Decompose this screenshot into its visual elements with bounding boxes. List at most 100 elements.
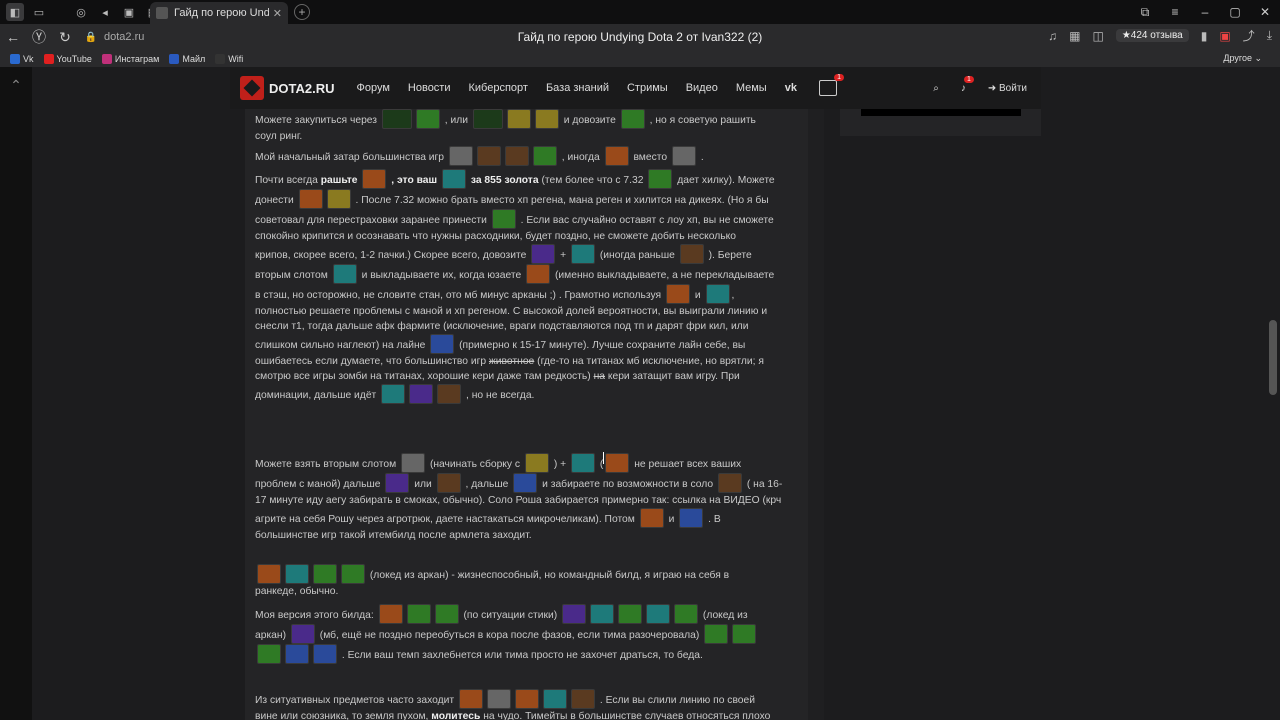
reader-icon[interactable]: ▦	[1069, 29, 1080, 43]
item-aether-lens-icon[interactable]	[513, 473, 538, 493]
item-axe-icon[interactable]	[298, 189, 323, 209]
item-healing-salve-icon[interactable]	[415, 109, 440, 129]
myb-pipe-icon[interactable]	[618, 604, 643, 624]
minimize-icon[interactable]: –	[1190, 0, 1220, 24]
item-soul-ring-3-icon[interactable]	[666, 284, 690, 304]
download-icon[interactable]: ⤓	[1267, 28, 1272, 43]
item-arcane-boots-icon[interactable]	[531, 244, 556, 264]
new-folder-icon[interactable]: ▭	[30, 3, 48, 21]
bell-icon[interactable]: ♪ 1	[961, 75, 974, 94]
menu-video[interactable]: Видео	[686, 82, 718, 94]
myb-phase-icon[interactable]	[290, 624, 315, 644]
myb-salve-icon[interactable]	[406, 604, 431, 624]
site-logo[interactable]: DOTA2.RU	[240, 76, 334, 100]
back-icon[interactable]: ←	[0, 29, 26, 45]
mute-icon[interactable]: ◂	[96, 3, 114, 21]
login-button[interactable]: ➜ Войти	[988, 83, 1027, 94]
item-ward-icon[interactable]	[648, 169, 673, 189]
item-salve-4-icon[interactable]	[491, 209, 516, 229]
bookmark-instagram[interactable]: Инстаграм	[101, 53, 159, 64]
build-vanguard-icon[interactable]	[341, 564, 365, 584]
sit-item-4-icon[interactable]	[542, 689, 567, 709]
item-bottle-icon[interactable]	[441, 169, 466, 189]
myb-shard-icon[interactable]	[285, 644, 309, 664]
item-urn-icon[interactable]	[401, 453, 426, 473]
sidebar-toggle-icon[interactable]: ◧	[6, 3, 24, 21]
item-travel-boots-icon[interactable]	[430, 334, 455, 354]
menu-memes[interactable]: Мемы	[736, 82, 767, 94]
item-bottle-3-icon[interactable]	[705, 284, 730, 304]
item-spirit-vessel-icon[interactable]	[571, 453, 596, 473]
item-soul-ring-2-icon[interactable]	[526, 264, 551, 284]
headphones-icon[interactable]: ♫	[1048, 29, 1057, 43]
item-ring-icon[interactable]	[448, 146, 473, 166]
item-quelling-blade-icon[interactable]	[604, 146, 629, 166]
menu-news[interactable]: Новости	[408, 82, 451, 94]
tab-icon-2[interactable]: ▣	[120, 3, 138, 21]
bookmark-mail[interactable]: Майл	[169, 53, 205, 64]
item-magic-wand-icon[interactable]	[570, 244, 595, 264]
myb-apple-icon[interactable]	[732, 624, 757, 644]
item-ring-2-icon[interactable]	[671, 146, 696, 166]
item-gauntlets-icon[interactable]	[476, 146, 501, 166]
myb-wand-icon[interactable]	[590, 604, 615, 624]
close-window-icon[interactable]: ✕	[1250, 0, 1280, 24]
myb-shard-2-icon[interactable]	[313, 644, 337, 664]
myb-greaves-icon[interactable]	[704, 624, 729, 644]
reload-icon[interactable]: ↻	[52, 29, 78, 46]
share-icon[interactable]: ⤴	[1243, 27, 1255, 44]
extension-icon[interactable]: ◫	[1092, 29, 1103, 43]
myb-soul-ring-icon[interactable]	[378, 604, 403, 624]
collapse-up-icon[interactable]: ⌃	[0, 77, 32, 94]
bookmark-vk[interactable]: Vk	[10, 53, 34, 64]
item-refresher-icon[interactable]	[679, 508, 704, 528]
item-aghanim-icon[interactable]	[409, 384, 434, 404]
item-tango-icon[interactable]	[381, 109, 412, 129]
vk-link-icon[interactable]: vk	[785, 82, 797, 94]
item-armlet-icon[interactable]	[437, 384, 462, 404]
reviews-badge[interactable]: ★424 отзыва	[1115, 29, 1189, 42]
build-soul-ring-icon[interactable]	[257, 564, 281, 584]
bookmark-icon[interactable]: ▮	[1201, 29, 1208, 43]
translate-icon[interactable]: ▣	[1219, 29, 1230, 43]
bookmark-youtube[interactable]: YouTube	[43, 53, 92, 64]
url-field[interactable]: dota2.ru	[104, 31, 144, 43]
search-icon[interactable]: ⌕	[933, 83, 939, 94]
item-soul-ring-icon[interactable]	[362, 169, 387, 189]
new-tab-button[interactable]: +	[294, 4, 310, 20]
menu-icon[interactable]: ≡	[1160, 0, 1190, 24]
menu-streams[interactable]: Стримы	[627, 82, 668, 94]
other-bookmarks[interactable]: Другое ⌄	[1223, 53, 1262, 64]
maximize-icon[interactable]: ▢	[1220, 0, 1250, 24]
sit-item-3-icon[interactable]	[514, 689, 539, 709]
page-scrollbar[interactable]	[1269, 320, 1277, 395]
item-aghanim-2-icon[interactable]	[385, 473, 410, 493]
gift-icon[interactable]: 1	[818, 74, 844, 96]
item-medallion-icon[interactable]	[524, 453, 549, 473]
myb-bottle-icon[interactable]	[646, 604, 671, 624]
myb-stick-icon[interactable]	[434, 604, 459, 624]
myb-apple-2-icon[interactable]	[257, 644, 281, 664]
item-faerie-fire-icon[interactable]	[506, 109, 531, 129]
yandex-icon[interactable]: Ⓨ	[26, 27, 52, 47]
item-salve-2-icon[interactable]	[620, 109, 645, 129]
item-branch-icon[interactable]	[472, 109, 503, 129]
item-boots-icon[interactable]	[679, 244, 704, 264]
sit-item-5-icon[interactable]	[570, 689, 595, 709]
item-heart-icon[interactable]	[639, 508, 664, 528]
menu-knowledge[interactable]: База знаний	[546, 82, 609, 94]
item-bottle-2-icon[interactable]	[332, 264, 357, 284]
tabs-icon[interactable]: ⧉	[1130, 0, 1160, 24]
menu-forum[interactable]: Форум	[356, 82, 389, 94]
item-armlet-2-icon[interactable]	[436, 473, 461, 493]
myb-arcane-icon[interactable]	[562, 604, 587, 624]
build-pipe-icon[interactable]	[313, 564, 337, 584]
tab-close-icon[interactable]: ✕	[273, 7, 282, 20]
item-gauntlets-2-icon[interactable]	[504, 146, 529, 166]
tab-icon-1[interactable]: ◎	[72, 3, 90, 21]
menu-esports[interactable]: Киберспорт	[469, 82, 528, 94]
bookmark-wifi[interactable]: Wifi	[215, 53, 243, 64]
sit-item-1-icon[interactable]	[458, 689, 483, 709]
sit-item-2-icon[interactable]	[486, 689, 511, 709]
active-tab[interactable]: Гайд по герою Undying Dota 2 от Ivan322 …	[150, 2, 288, 24]
